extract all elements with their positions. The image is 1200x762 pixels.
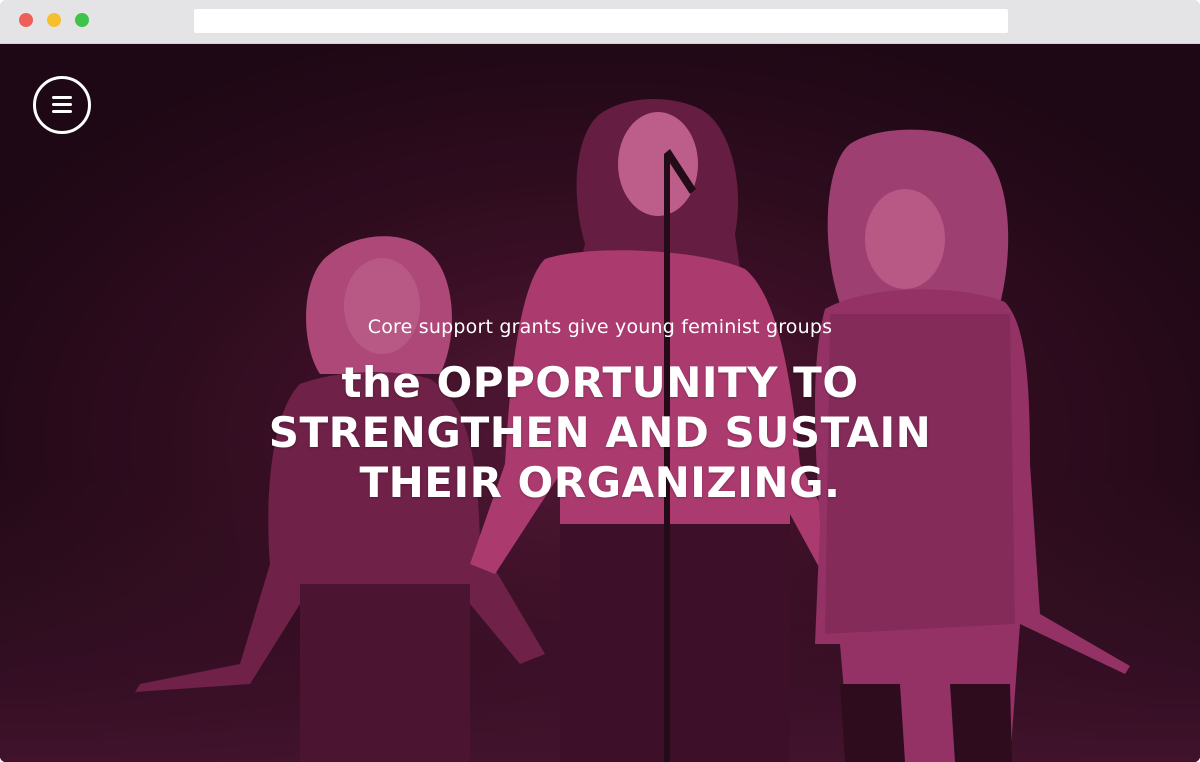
hero-section: Core support grants give young feminist … bbox=[0, 44, 1200, 762]
close-window-button[interactable] bbox=[19, 13, 33, 27]
minimize-window-button[interactable] bbox=[47, 13, 61, 27]
hero-subtitle: Core support grants give young feminist … bbox=[367, 316, 833, 338]
menu-button[interactable] bbox=[33, 76, 91, 134]
maximize-window-button[interactable] bbox=[75, 13, 89, 27]
hero-headline: the OPPORTUNITY TO STRENGTHEN AND SUSTAI… bbox=[268, 358, 932, 507]
hamburger-menu-icon-line bbox=[52, 103, 72, 106]
address-bar[interactable] bbox=[194, 9, 1008, 33]
hamburger-menu-icon bbox=[52, 96, 72, 99]
browser-toolbar bbox=[0, 0, 1200, 44]
browser-window: Core support grants give young feminist … bbox=[0, 0, 1200, 762]
hamburger-menu-icon-line bbox=[52, 110, 72, 113]
